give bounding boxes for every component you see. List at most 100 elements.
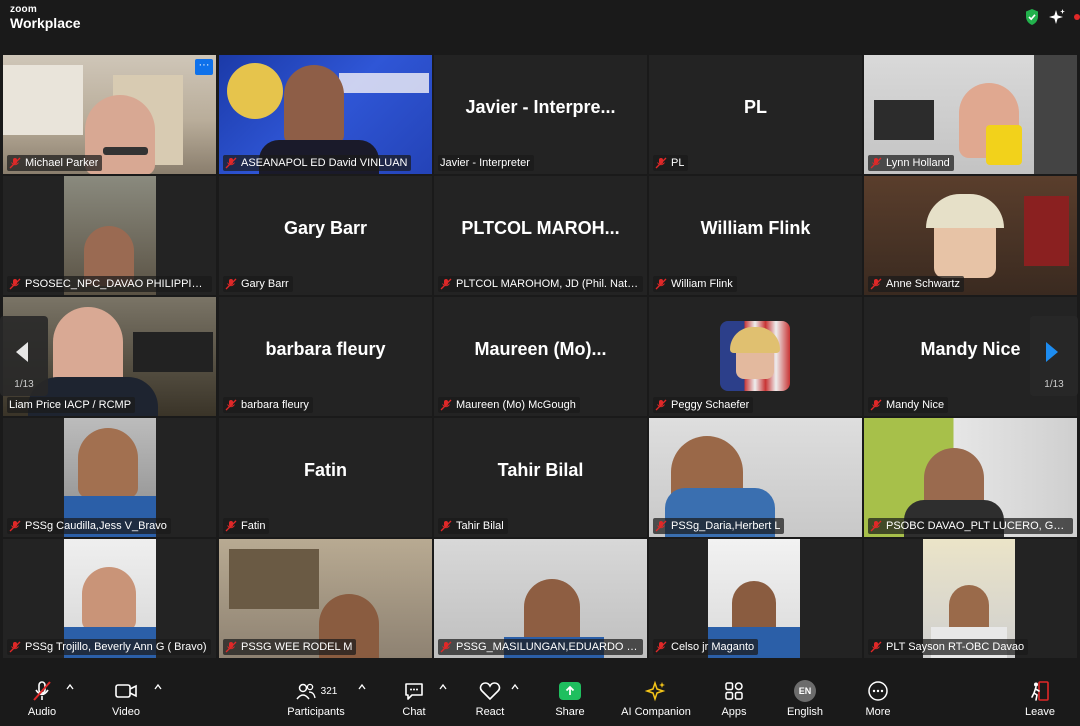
video-options-caret-icon[interactable]: [153, 682, 163, 692]
participant-tile[interactable]: Celso jr Maganto: [649, 539, 862, 658]
participant-tile[interactable]: Gary Barr Gary Barr: [219, 176, 432, 295]
apps-label: Apps: [721, 706, 747, 718]
muted-mic-icon: [870, 641, 882, 653]
participant-label: PLT Sayson RT-OBC Davao: [868, 639, 1029, 655]
participant-name: Tahir Bilal: [456, 520, 504, 532]
audio-options-caret-icon[interactable]: [65, 682, 75, 692]
participant-tile[interactable]: PLTCOL MAROH... PLTCOL MAROHOM, JD (Phil…: [434, 176, 647, 295]
participant-name: PSSG_MASILUNGAN,EDUARDO C_B...: [456, 641, 639, 653]
participant-label: PSSg_Daria,Herbert L: [653, 518, 785, 534]
participant-name: PLTCOL MAROHOM, JD (Phil. Natl Po...: [456, 278, 639, 290]
participant-label: PL: [653, 155, 689, 171]
participant-label: PSSG WEE RODEL M: [223, 639, 357, 655]
participant-avatar: [720, 321, 790, 391]
participant-label: Michael Parker: [7, 155, 103, 171]
chat-label: Chat: [402, 706, 426, 718]
video-camera-icon: [115, 684, 137, 698]
participant-label: PSOBC DAVAO_PLT LUCERO, GEMM...: [868, 518, 1073, 534]
participant-tile[interactable]: Tahir Bilal Tahir Bilal: [434, 418, 647, 537]
muted-mic-icon: [870, 399, 882, 411]
participant-tile[interactable]: Peggy Schaefer: [649, 297, 862, 416]
participant-tile[interactable]: ASEANAPOL ED David VINLUAN: [219, 55, 432, 174]
participant-name: Mandy Nice: [886, 399, 945, 411]
participant-label: Celso jr Maganto: [653, 639, 759, 655]
participant-tile[interactable]: Lynn Holland: [864, 55, 1077, 174]
participant-name: Lynn Holland: [886, 157, 950, 169]
language-button[interactable]: EN English: [783, 676, 827, 724]
participants-options-caret-icon[interactable]: [357, 682, 367, 692]
ai-companion-button[interactable]: AI Companion: [616, 676, 696, 724]
participant-display-name: Tahir Bilal: [497, 460, 584, 480]
muted-mic-icon: [655, 399, 667, 411]
muted-mic-icon: [655, 641, 667, 653]
more-dots-icon: [868, 681, 888, 701]
participant-name: PSSg Trojillo, Beverly Ann G ( Bravo): [25, 641, 207, 653]
participant-label: Anne Schwartz: [868, 276, 964, 292]
participant-label: ASEANAPOL ED David VINLUAN: [223, 155, 412, 171]
more-button[interactable]: More: [856, 676, 900, 724]
video-label: Video: [112, 706, 140, 718]
participant-tile[interactable]: barbara fleury barbara fleury: [219, 297, 432, 416]
participant-tile[interactable]: ··· Michael Parker: [3, 55, 216, 174]
participant-name: PSOBC DAVAO_PLT LUCERO, GEMM...: [886, 520, 1069, 532]
chat-options-caret-icon[interactable]: [438, 682, 448, 692]
participant-tile[interactable]: PSSg Trojillo, Beverly Ann G ( Bravo): [3, 539, 216, 658]
brand-zoom: zoom: [10, 4, 37, 15]
participant-tile[interactable]: Fatin Fatin: [219, 418, 432, 537]
muted-mic-icon: [9, 641, 21, 653]
muted-mic-icon: [655, 157, 667, 169]
participant-name: barbara fleury: [241, 399, 309, 411]
next-page-button[interactable]: 1/13: [1030, 316, 1078, 396]
react-options-caret-icon[interactable]: [510, 682, 520, 692]
muted-mic-icon: [440, 641, 452, 653]
muted-mic-icon: [225, 399, 237, 411]
gallery-view: ··· Michael Parker ASEANAPOL ED David VI…: [0, 52, 1080, 662]
participant-name: PL: [671, 157, 685, 169]
participant-display-name: PL: [743, 97, 767, 117]
participant-name: Peggy Schaefer: [671, 399, 750, 411]
previous-page-button[interactable]: 1/13: [0, 316, 48, 396]
participant-name: PSSg Caudilla,Jess V_Bravo: [25, 520, 167, 532]
participant-tile[interactable]: Anne Schwartz: [864, 176, 1077, 295]
share-button[interactable]: Share: [548, 676, 592, 724]
participant-label: Liam Price IACP / RCMP: [7, 397, 136, 413]
participant-tile[interactable]: PSOSEC_NPC_DAVAO PHILIPPINES P...: [3, 176, 216, 295]
page-indicator: 1/13: [14, 379, 34, 390]
leave-button[interactable]: Leave: [1018, 676, 1062, 724]
participant-name: Maureen (Mo) McGough: [456, 399, 576, 411]
participant-name: Anne Schwartz: [886, 278, 960, 290]
participant-display-name: Fatin: [304, 460, 347, 480]
participants-label: Participants: [287, 706, 345, 718]
participant-label: Lynn Holland: [868, 155, 954, 171]
participant-tile[interactable]: PSSG_MASILUNGAN,EDUARDO C_B...: [434, 539, 647, 658]
participant-tile[interactable]: PSOBC DAVAO_PLT LUCERO, GEMM...: [864, 418, 1077, 537]
chat-button[interactable]: Chat: [392, 676, 436, 724]
participant-tile[interactable]: PSSg_Daria,Herbert L: [649, 418, 862, 537]
react-button[interactable]: React: [468, 676, 512, 724]
participant-tile[interactable]: PL PL: [649, 55, 862, 174]
participant-name: PSSg_Daria,Herbert L: [671, 520, 781, 532]
participant-tile[interactable]: Javier - Interpre... Javier - Interprete…: [434, 55, 647, 174]
shield-check-icon[interactable]: [1024, 8, 1040, 26]
audio-button[interactable]: Audio: [18, 676, 66, 724]
participant-tile[interactable]: PLT Sayson RT-OBC Davao: [864, 539, 1077, 658]
participant-tile[interactable]: Maureen (Mo)... Maureen (Mo) McGough: [434, 297, 647, 416]
more-options-button[interactable]: ···: [195, 59, 213, 75]
page-indicator: 1/13: [1044, 379, 1064, 390]
participant-name: Javier - Interpreter: [440, 157, 530, 169]
muted-mic-icon: [9, 157, 21, 169]
video-button[interactable]: Video: [102, 676, 150, 724]
participant-tile[interactable]: William Flink William Flink: [649, 176, 862, 295]
participant-display-name: PLTCOL MAROH...: [461, 218, 620, 238]
muted-mic-icon: [870, 157, 882, 169]
apps-button[interactable]: Apps: [712, 676, 756, 724]
participant-tile[interactable]: PSSg Caudilla,Jess V_Bravo: [3, 418, 216, 537]
muted-mic-icon: [870, 520, 882, 532]
brand-workplace: Workplace: [10, 15, 81, 31]
participants-button[interactable]: 321 Participants: [283, 676, 349, 724]
sparkle-icon[interactable]: [1048, 8, 1066, 26]
participant-name: PSSG WEE RODEL M: [241, 641, 353, 653]
more-label: More: [865, 706, 891, 718]
muted-mic-icon: [655, 278, 667, 290]
participant-tile[interactable]: PSSG WEE RODEL M: [219, 539, 432, 658]
